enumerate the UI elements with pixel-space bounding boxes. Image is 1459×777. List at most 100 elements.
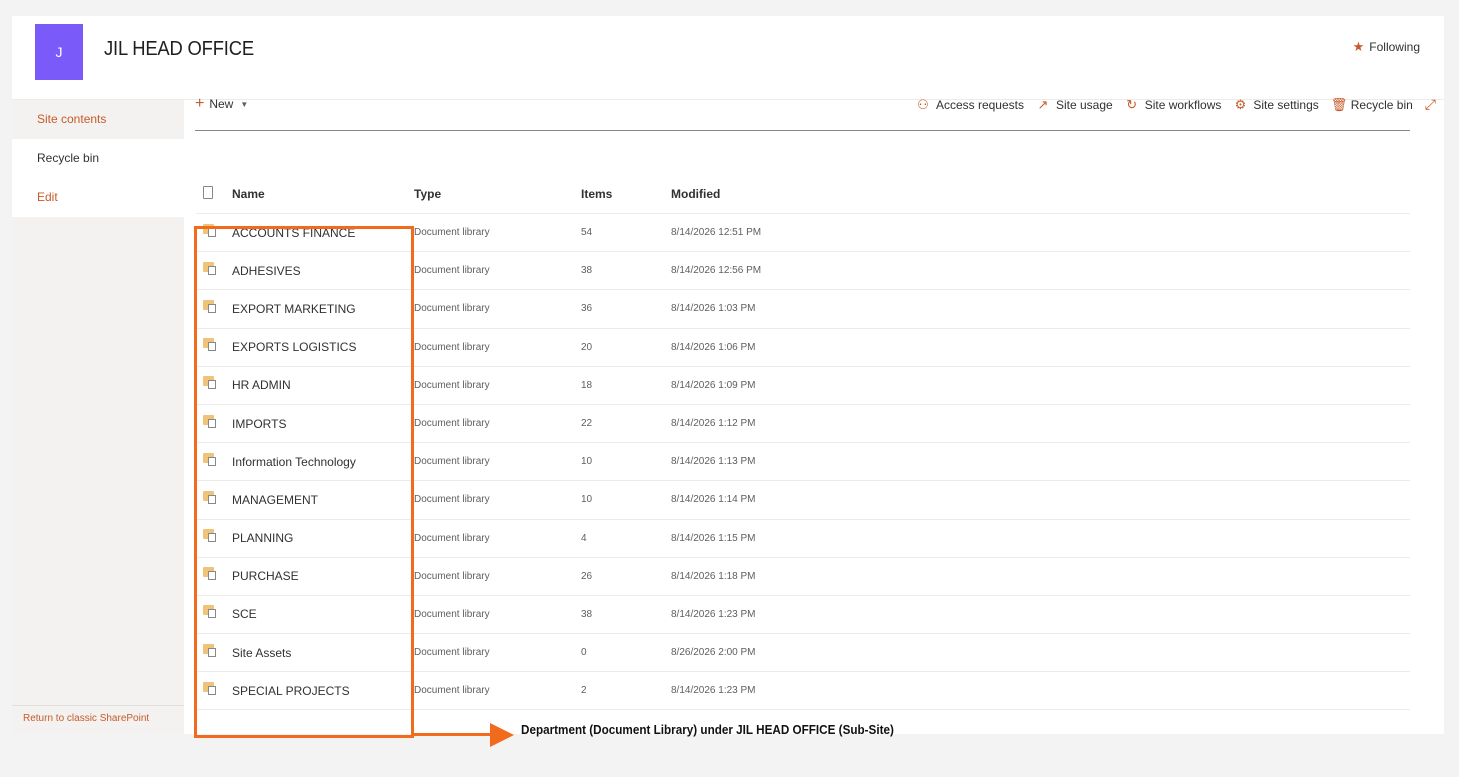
annotation-arrow-line	[412, 733, 494, 736]
table-row[interactable]: PURCHASE Document library 26 8/14/2026 1:18…	[196, 558, 1410, 596]
library-modified: 8/14/2026 1:15 PM	[671, 532, 756, 544]
document-library-icon	[203, 567, 217, 581]
expand-icon[interactable]: ⤢	[1425, 96, 1436, 113]
library-name[interactable]: ADHESIVES	[232, 264, 414, 278]
library-name[interactable]: PURCHASE	[232, 569, 414, 583]
following-button[interactable]: ★ Following	[1353, 39, 1420, 55]
library-name[interactable]: EXPORT MARKETING	[232, 302, 414, 316]
people-icon: ⚇	[917, 96, 929, 112]
library-type: Document library	[414, 532, 490, 544]
column-header-type[interactable]: Type	[414, 187, 581, 201]
recycle-bin-button[interactable]: 🗑 Recycle bin	[1331, 97, 1413, 113]
document-library-icon	[203, 223, 217, 237]
table-row[interactable]: ACCOUNTS FINANCE Document library 54 8/14/2…	[196, 214, 1410, 253]
table-row[interactable]: SPECIAL PROJECTS Document library 2 8/14/20…	[196, 672, 1410, 711]
library-modified: 8/14/2026 1:06 PM	[671, 341, 756, 353]
site-logo[interactable]: J	[35, 24, 83, 80]
library-modified: 8/14/2026 1:03 PM	[671, 303, 756, 315]
column-header-modified[interactable]: Modified	[671, 187, 720, 201]
library-item-count: 2	[581, 685, 587, 697]
document-library-icon	[203, 605, 217, 619]
site-workflows-label: Site workflows	[1144, 97, 1222, 112]
library-name[interactable]: Site Assets	[232, 646, 414, 660]
library-type: Document library	[414, 341, 490, 353]
table-row[interactable]: MANAGEMENT Document library 10 8/14/2026 1:…	[196, 481, 1410, 520]
table-row[interactable]: EXPORTS LOGISTICS Document library 20 8/14/…	[196, 329, 1410, 367]
library-modified: 8/14/2026 12:56 PM	[671, 265, 762, 277]
return-to-classic-link[interactable]: Return to classic SharePoint	[23, 713, 149, 724]
plus-icon: +	[195, 95, 205, 112]
library-name[interactable]: ACCOUNTS FINANCE	[232, 226, 414, 240]
chart-icon: ↗	[1037, 96, 1049, 112]
library-modified: 8/26/2026 2:00 PM	[671, 647, 756, 659]
file-type-column-header[interactable]	[196, 185, 232, 202]
library-icon-cell	[196, 681, 232, 700]
table-row[interactable]: HR ADMIN Document library 18 8/14/2026 1:09…	[196, 367, 1410, 405]
command-actions: ⚇ Access requests ↗ Site usage ↻ Site wo…	[904, 96, 1436, 113]
table-row[interactable]: EXPORT MARKETING Document library 36 8/14/2…	[196, 290, 1410, 329]
library-name[interactable]: MANAGEMENT	[232, 493, 414, 507]
site-workflows-button[interactable]: ↻ Site workflows	[1125, 96, 1222, 113]
library-icon-cell	[196, 299, 232, 318]
library-name[interactable]: SCE	[232, 607, 414, 621]
library-modified: 8/14/2026 1:18 PM	[671, 570, 756, 582]
library-modified: 8/14/2026 1:23 PM	[671, 685, 756, 697]
table-header: Name Type Items Modified	[196, 174, 1410, 214]
library-icon-cell	[196, 414, 232, 433]
table-row[interactable]: IMPORTS Document library 22 8/14/2026 1:12 …	[196, 405, 1410, 444]
star-icon: ★	[1352, 39, 1365, 54]
library-type: Document library	[414, 608, 490, 620]
library-icon-cell	[196, 490, 232, 509]
library-icon-cell	[196, 376, 232, 394]
site-usage-label: Site usage	[1055, 97, 1113, 112]
library-item-count: 18	[581, 379, 593, 391]
left-navigation: Site contents Recycle bin Edit Return to…	[12, 100, 184, 734]
document-library-icon	[203, 414, 217, 428]
site-usage-button[interactable]: ↗ Site usage	[1036, 97, 1113, 113]
library-modified: 8/14/2026 1:13 PM	[671, 456, 756, 468]
library-name[interactable]: HR ADMIN	[232, 378, 414, 392]
document-library-icon	[203, 452, 217, 466]
table-row[interactable]: Information Technology Document library 10…	[196, 443, 1410, 482]
library-type: Document library	[414, 647, 490, 659]
library-icon-cell	[196, 261, 232, 280]
library-item-count: 4	[581, 532, 587, 544]
table-row[interactable]: PLANNING Document library 4 8/14/2026 1:15 …	[196, 520, 1410, 558]
annotation-caption: Department (Document Library) under JIL …	[521, 722, 894, 737]
library-type: Document library	[414, 379, 490, 391]
library-name[interactable]: Information Technology	[232, 455, 414, 469]
library-type: Document library	[414, 456, 490, 468]
library-type: Document library	[414, 418, 490, 430]
library-icon-cell	[196, 452, 232, 471]
library-type: Document library	[414, 570, 490, 582]
library-item-count: 36	[581, 303, 593, 315]
nav-edit-link[interactable]: Edit	[12, 178, 184, 217]
library-name[interactable]: PLANNING	[232, 531, 414, 545]
site-settings-button[interactable]: ⚙ Site settings	[1233, 97, 1319, 113]
new-label: New	[209, 97, 234, 111]
library-type: Document library	[414, 265, 490, 277]
workflow-icon: ↻	[1126, 96, 1138, 112]
library-item-count: 0	[581, 647, 587, 659]
site-title[interactable]: JIL HEAD OFFICE	[104, 38, 254, 61]
table-row[interactable]: SCE Document library 38 8/14/2026 1:23 PM	[196, 596, 1410, 635]
library-item-count: 20	[581, 341, 593, 353]
library-item-count: 10	[581, 494, 593, 506]
document-library-icon	[203, 529, 217, 543]
column-header-items[interactable]: Items	[581, 187, 671, 201]
document-library-icon	[203, 338, 217, 352]
table-row[interactable]: ADHESIVES Document library 38 8/14/2026 12:…	[196, 252, 1410, 291]
access-requests-button[interactable]: ⚇ Access requests	[916, 97, 1024, 113]
library-name[interactable]: SPECIAL PROJECTS	[232, 684, 414, 698]
new-button[interactable]: + New ▼	[195, 95, 248, 112]
document-library-icon	[203, 681, 217, 695]
library-name[interactable]: EXPORTS LOGISTICS	[232, 340, 414, 354]
table-row[interactable]: Site Assets Document library 0 8/26/2026 2:…	[196, 634, 1410, 673]
library-name[interactable]: IMPORTS	[232, 417, 414, 431]
following-label: Following	[1369, 40, 1420, 54]
nav-divider	[12, 705, 184, 706]
nav-item-recycle-bin[interactable]: Recycle bin	[12, 139, 184, 178]
column-header-name[interactable]: Name	[232, 187, 414, 201]
nav-item-site-contents[interactable]: Site contents	[12, 100, 184, 139]
library-modified: 8/14/2026 1:09 PM	[671, 379, 756, 391]
